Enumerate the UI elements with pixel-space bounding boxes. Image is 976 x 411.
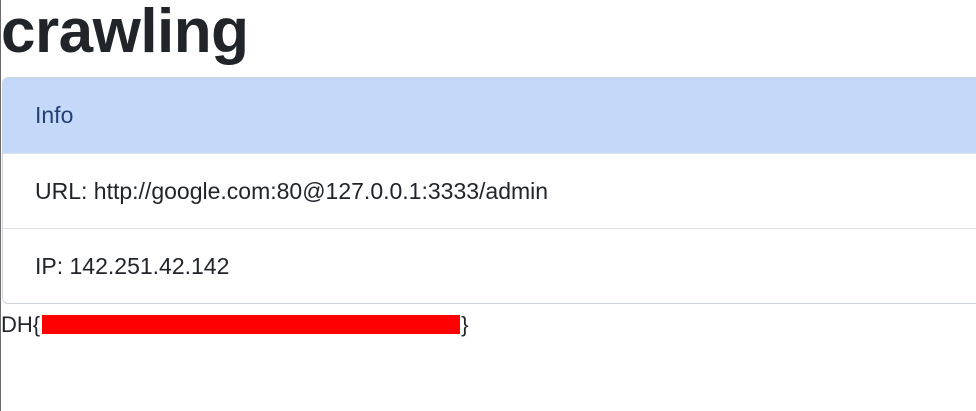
info-list: Info URL: http://google.com:80@127.0.0.1… <box>2 77 976 304</box>
url-item: URL: http://google.com:80@127.0.0.1:3333… <box>3 153 976 228</box>
ip-item: IP: 142.251.42.142 <box>3 228 976 303</box>
page-title: crawling <box>1 0 249 66</box>
flag-text: DH{} <box>1 311 468 339</box>
flag-prefix: DH{ <box>1 312 41 337</box>
flag-suffix: } <box>461 312 469 337</box>
page: crawling Info URL: http://google.com:80@… <box>0 0 976 411</box>
info-header: Info <box>3 78 976 153</box>
redaction-bar <box>42 315 461 334</box>
